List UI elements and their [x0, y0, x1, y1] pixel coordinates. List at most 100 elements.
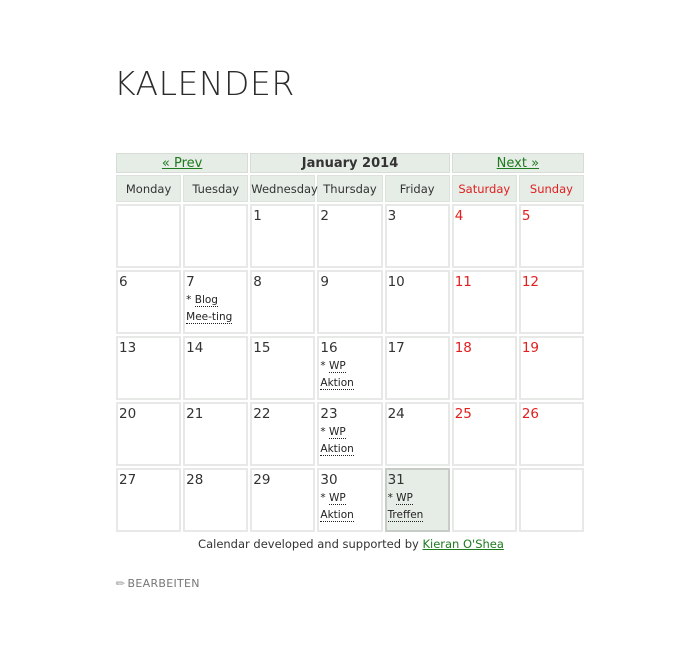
calendar-day-cell: 1 [250, 204, 316, 268]
day-number: 19 [521, 340, 540, 356]
calendar-day-cell: 8 [250, 270, 316, 334]
day-number: 12 [521, 274, 540, 290]
calendar-day-cell: 3 [384, 204, 450, 268]
day-number: 31 [387, 472, 405, 488]
day-number: 28 [186, 472, 204, 488]
day-number: 14 [186, 340, 204, 356]
calendar-day-cell: 24 [384, 402, 450, 466]
calendar-day-cell: 4 [451, 204, 517, 268]
calendar-day-cell: 15 [250, 336, 316, 400]
day-number: 5 [521, 208, 531, 224]
calendar-day-cell: 19 [518, 336, 584, 400]
day-number: 4 [454, 208, 464, 224]
calendar-day-cell: 21 [183, 402, 249, 466]
day-number: 18 [454, 340, 472, 356]
calendar-day-cell: 2 [317, 204, 383, 268]
day-number: 17 [387, 340, 405, 356]
day-number: 24 [387, 406, 405, 422]
calendar-day-cell: 28 [183, 468, 249, 532]
calendar-day-cell: 13 [116, 336, 182, 400]
calendar-day-cell: 27 [116, 468, 182, 532]
month-title: January 2014 [250, 153, 450, 173]
prev-cell: « Prev [116, 153, 249, 173]
event-bullet: * [320, 426, 330, 438]
weekday-header: Monday [116, 175, 182, 202]
calendar-event: * Blog Mee-ting [185, 292, 246, 326]
calendar-day-cell: 29 [250, 468, 316, 532]
day-number: 11 [454, 274, 472, 290]
calendar-nav: « Prev January 2014 Next » [116, 153, 584, 173]
day-number: 7 [186, 274, 195, 290]
calendar-table: « Prev January 2014 Next » Monday Tuesday… [114, 151, 586, 534]
credit-text: Calendar developed and supported by [198, 537, 423, 551]
day-number: 16 [320, 340, 338, 356]
calendar-day-cell: 25 [451, 402, 517, 466]
edit-link[interactable]: ✎BEARBEITEN [112, 575, 200, 592]
calendar-day-cell: 10 [384, 270, 450, 334]
prev-month-link[interactable]: « Prev [162, 156, 202, 171]
event-bullet: * [186, 294, 195, 306]
day-number: 30 [320, 472, 338, 488]
calendar-day-cell: 23 * WP Aktion [317, 402, 383, 466]
event-bullet: * [320, 360, 330, 372]
calendar-day-cell: 7 * Blog Mee-ting [183, 270, 249, 334]
day-number: 3 [387, 208, 397, 224]
weekday-header: Sunday [518, 175, 584, 202]
weekday-header: Friday [384, 175, 450, 202]
calendar-day-cell: 5 [518, 204, 584, 268]
day-number: 8 [253, 274, 262, 290]
calendar-event: * WP Aktion [319, 424, 380, 458]
weekday-header: Saturday [451, 175, 517, 202]
calendar-credit: Calendar developed and supported by Kier… [0, 537, 686, 551]
event-bullet: * [320, 492, 330, 504]
next-month-link[interactable]: Next » [497, 156, 539, 171]
calendar-day-cell: 16 * WP Aktion [317, 336, 383, 400]
calendar-week-row: 13 14 15 16 * WP Aktion 17 18 19 [116, 336, 584, 400]
calendar-event: * WP Treffen [387, 490, 448, 524]
day-number: 20 [119, 406, 137, 422]
calendar-week-row: 6 7 * Blog Mee-ting 8 9 10 11 12 [116, 270, 584, 334]
day-number: 29 [253, 472, 271, 488]
calendar-day-cell: 17 [384, 336, 450, 400]
calendar-day-cell: 18 [451, 336, 517, 400]
calendar-event: * WP Aktion [319, 490, 380, 524]
calendar-day-cell: 26 [518, 402, 584, 466]
weekday-header: Wednesday [250, 175, 318, 202]
weekday-header: Thursday [317, 175, 383, 202]
day-number: 15 [253, 340, 271, 356]
calendar-day-cell: 31 * WP Treffen [384, 468, 450, 532]
page-title: KALENDER [114, 64, 295, 103]
weekday-header-row: Monday Tuesday Wednesday Thursday Friday Satu… [116, 175, 584, 202]
calendar-body: 1 2 3 4 5 6 7 * Blog Mee-ting 8 9 10 11 12 13 14 15 16 * … [116, 204, 584, 532]
event-bullet: * [387, 492, 397, 504]
calendar-day-cell: 9 [317, 270, 383, 334]
calendar-empty-cell [183, 204, 249, 268]
calendar-day-cell: 22 [250, 402, 316, 466]
pencil-icon: ✎ [112, 575, 129, 592]
day-number: 10 [387, 274, 405, 290]
weekday-header: Tuesday [183, 175, 249, 202]
day-number: 25 [454, 406, 472, 422]
day-number: 21 [186, 406, 204, 422]
calendar-event: * WP Aktion [319, 358, 380, 392]
day-number: 2 [320, 208, 330, 224]
day-number: 1 [253, 208, 262, 224]
calendar-week-row: 1 2 3 4 5 [116, 204, 584, 268]
day-number: 27 [119, 472, 137, 488]
calendar-empty-cell [451, 468, 517, 532]
credit-link[interactable]: Kieran O'Shea [422, 537, 503, 551]
calendar-day-cell: 30 * WP Aktion [317, 468, 383, 532]
calendar-day-cell: 20 [116, 402, 182, 466]
calendar-empty-cell [518, 468, 584, 532]
calendar-week-row: 27 28 29 30 * WP Aktion 31 * WP Treffen [116, 468, 584, 532]
calendar-week-row: 20 21 22 23 * WP Aktion 24 25 26 [116, 402, 584, 466]
calendar-empty-cell [116, 204, 182, 268]
calendar-day-cell: 6 [116, 270, 182, 334]
day-number: 26 [521, 406, 540, 422]
day-number: 23 [320, 406, 338, 422]
calendar-day-cell: 12 [518, 270, 584, 334]
day-number: 6 [119, 274, 128, 290]
next-cell: Next » [451, 153, 584, 173]
calendar-day-cell: 11 [451, 270, 517, 334]
day-number: 9 [320, 274, 330, 290]
